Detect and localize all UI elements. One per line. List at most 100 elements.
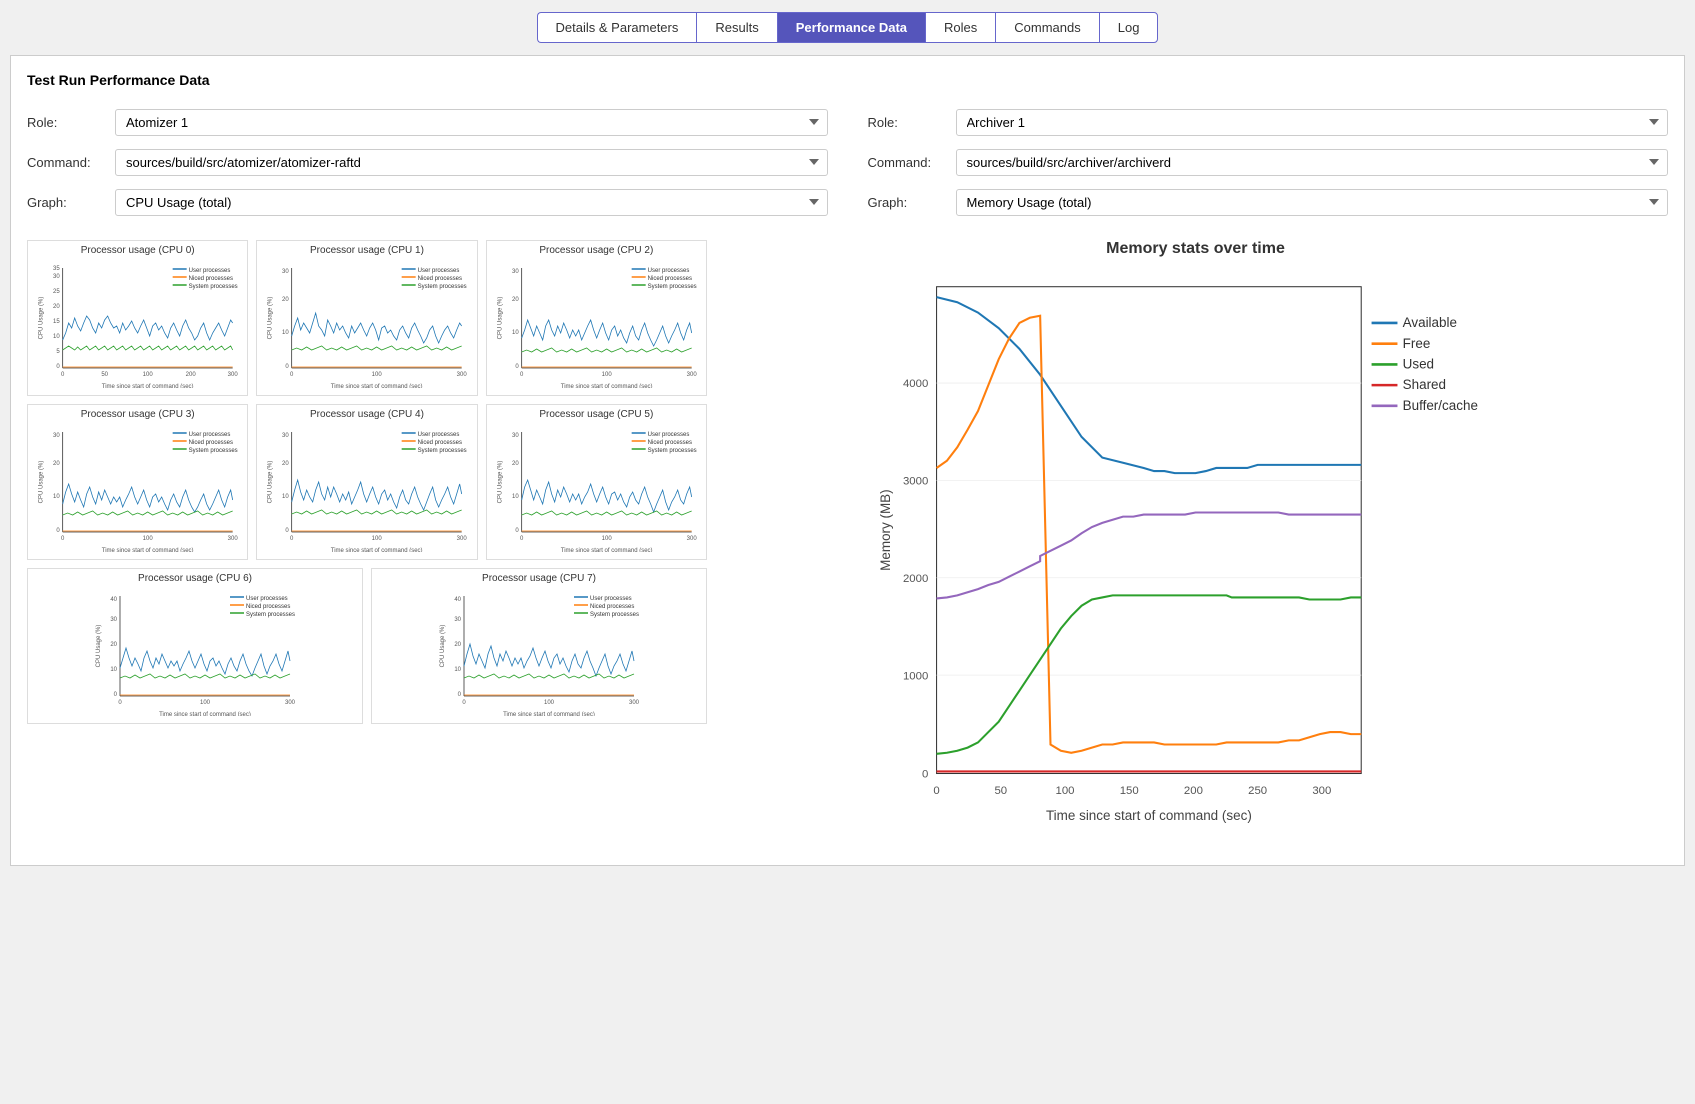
left-command-select[interactable]: sources/build/src/atomizer/atomizer-raft… (115, 149, 828, 176)
tab-roles[interactable]: Roles (925, 12, 995, 43)
svg-text:Time since start of command (s: Time since start of command (sec) (102, 384, 194, 388)
svg-text:15: 15 (53, 319, 60, 325)
tab-log[interactable]: Log (1099, 12, 1159, 43)
right-role-select[interactable]: Archiver 1 (956, 109, 1669, 136)
svg-text:100: 100 (601, 536, 612, 542)
page-title: Test Run Performance Data (27, 72, 1668, 88)
cpu-2-chart: Processor usage (CPU 2) User processes N… (486, 240, 707, 396)
svg-text:100: 100 (544, 700, 555, 706)
svg-text:Time since start of command (s: Time since start of command (sec) (331, 384, 423, 388)
svg-text:0: 0 (515, 528, 519, 534)
svg-text:0: 0 (290, 536, 294, 542)
svg-text:2000: 2000 (903, 573, 928, 585)
svg-text:0: 0 (61, 536, 65, 542)
left-role-select[interactable]: Atomizer 1 (115, 109, 828, 136)
svg-text:10: 10 (110, 667, 117, 673)
right-control-section: Role: Archiver 1 Command: sources/build/… (868, 104, 1669, 220)
cpu-3-title: Processor usage (CPU 3) (32, 409, 243, 420)
svg-text:User processes: User processes (590, 596, 632, 602)
right-graph-select[interactable]: Memory Usage (total) (956, 189, 1669, 216)
svg-text:100: 100 (372, 372, 383, 378)
svg-text:User processes: User processes (418, 268, 460, 274)
svg-text:10: 10 (282, 330, 289, 336)
svg-text:20: 20 (110, 642, 117, 648)
cpu-0-chart: Processor usage (CPU 0) User processes N… (27, 240, 248, 396)
svg-text:30: 30 (512, 433, 519, 439)
svg-text:0: 0 (462, 700, 466, 706)
svg-text:Time since start of command (s: Time since start of command (sec) (159, 712, 251, 716)
tab-commands[interactable]: Commands (995, 12, 1098, 43)
svg-text:Niced processes: Niced processes (590, 604, 634, 610)
svg-text:0: 0 (56, 364, 60, 370)
svg-text:150: 150 (1120, 785, 1139, 797)
cpu-bottom-row: Processor usage (CPU 6) User processes N… (27, 568, 707, 724)
svg-text:250: 250 (1248, 785, 1267, 797)
cpu-5-svg: User processes Niced processes System pr… (491, 422, 702, 552)
right-graph-label: Graph: (868, 195, 948, 210)
svg-text:30: 30 (454, 617, 461, 623)
svg-text:300: 300 (228, 372, 239, 378)
svg-text:10: 10 (512, 494, 519, 500)
svg-text:Time since start of command (s: Time since start of command (sec) (102, 548, 194, 552)
memory-chart-title: Memory stats over time (723, 240, 1668, 258)
svg-text:40: 40 (110, 597, 117, 603)
svg-text:0: 0 (118, 700, 122, 706)
cpu-1-title: Processor usage (CPU 1) (261, 245, 472, 256)
right-command-select[interactable]: sources/build/src/archiver/archiverd (956, 149, 1669, 176)
svg-text:Niced processes: Niced processes (418, 440, 462, 446)
cpu-2-svg: User processes Niced processes System pr… (491, 258, 702, 388)
svg-text:Niced processes: Niced processes (418, 276, 462, 282)
svg-text:User processes: User processes (246, 596, 288, 602)
svg-text:30: 30 (512, 269, 519, 275)
svg-text:User processes: User processes (189, 268, 231, 274)
svg-text:100: 100 (143, 536, 154, 542)
svg-text:User processes: User processes (418, 432, 460, 438)
svg-text:CPU Usage (%): CPU Usage (%) (497, 461, 503, 504)
svg-text:CPU Usage (%): CPU Usage (%) (497, 297, 503, 340)
cpu-3-chart: Processor usage (CPU 3) User processes N… (27, 404, 248, 560)
left-role-label: Role: (27, 115, 107, 130)
left-graph-select[interactable]: CPU Usage (total) (115, 189, 828, 216)
cpu-5-chart: Processor usage (CPU 5) User processes N… (486, 404, 707, 560)
svg-text:System processes: System processes (647, 448, 696, 454)
svg-text:Buffer/cache: Buffer/cache (1403, 398, 1478, 413)
tab-performance[interactable]: Performance Data (777, 12, 925, 43)
svg-text:0: 0 (922, 769, 928, 781)
svg-text:CPU Usage (%): CPU Usage (%) (39, 461, 45, 504)
svg-text:20: 20 (53, 461, 60, 467)
svg-text:User processes: User processes (647, 268, 689, 274)
svg-text:100: 100 (372, 536, 383, 542)
svg-text:System processes: System processes (246, 612, 295, 618)
main-content: Test Run Performance Data Role: Atomizer… (10, 55, 1685, 866)
tab-details[interactable]: Details & Parameters (537, 12, 697, 43)
svg-text:Time since start of command (s: Time since start of command (sec) (503, 712, 595, 716)
tabs-bar: Details & Parameters Results Performance… (0, 0, 1695, 55)
left-control-section: Role: Atomizer 1 Command: sources/build/… (27, 104, 828, 220)
svg-text:0: 0 (61, 372, 65, 378)
cpu-7-chart: Processor usage (CPU 7) User processes N… (371, 568, 707, 724)
cpu-1-svg: User processes Niced processes System pr… (261, 258, 472, 388)
charts-area: Processor usage (CPU 0) User processes N… (27, 240, 1668, 849)
svg-text:10: 10 (282, 494, 289, 500)
svg-text:300: 300 (285, 700, 296, 706)
cpu-3-svg: User processes Niced processes System pr… (32, 422, 243, 552)
cpu-0-title: Processor usage (CPU 0) (32, 245, 243, 256)
svg-text:CPU Usage (%): CPU Usage (%) (268, 297, 274, 340)
svg-text:User processes: User processes (189, 432, 231, 438)
tab-results[interactable]: Results (696, 12, 776, 43)
memory-chart-svg: Available Free Used Shared Buffer/cache (723, 266, 1668, 846)
svg-text:Niced processes: Niced processes (246, 604, 290, 610)
cpu-6-title: Processor usage (CPU 6) (32, 573, 358, 584)
left-command-label: Command: (27, 155, 107, 170)
cpu-1-chart: Processor usage (CPU 1) User processes N… (256, 240, 477, 396)
svg-text:20: 20 (53, 304, 60, 310)
svg-text:40: 40 (454, 597, 461, 603)
svg-text:10: 10 (512, 330, 519, 336)
svg-text:200: 200 (1184, 785, 1203, 797)
svg-text:Time since start of command (s: Time since start of command (sec) (560, 548, 652, 552)
svg-text:10: 10 (53, 494, 60, 500)
svg-text:10: 10 (53, 334, 60, 340)
svg-text:System processes: System processes (189, 448, 238, 454)
svg-text:Niced processes: Niced processes (647, 276, 691, 282)
svg-text:3000: 3000 (903, 476, 928, 488)
